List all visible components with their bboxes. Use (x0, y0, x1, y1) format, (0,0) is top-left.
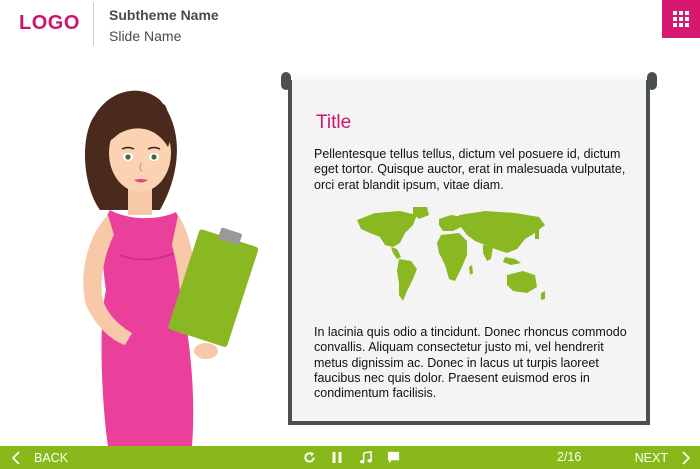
page-indicator: 2/16 (557, 450, 582, 464)
board-paragraph-1: Pellentesque tellus tellus, dictum vel p… (314, 147, 626, 192)
chevron-left-icon (12, 450, 20, 465)
logo: LOGO (19, 12, 80, 34)
back-label: BACK (34, 450, 69, 465)
replay-icon (303, 451, 315, 463)
header: LOGO Subtheme Name Slide Name (0, 0, 700, 56)
header-divider (93, 2, 94, 46)
music-icon (359, 451, 372, 464)
back-button[interactable]: BACK (12, 446, 68, 469)
character-illustration (83, 90, 259, 446)
board-title: Title (316, 112, 352, 133)
slide-name: Slide Name (109, 28, 182, 44)
next-label: NEXT (634, 450, 668, 465)
music-button[interactable] (358, 451, 372, 465)
caption-button[interactable] (386, 451, 400, 465)
menu-button[interactable] (662, 0, 700, 38)
caption-icon (387, 451, 399, 464)
grid-menu-icon (673, 11, 689, 27)
pause-icon (332, 452, 342, 463)
replay-button[interactable] (302, 451, 316, 465)
world-map-image (357, 207, 545, 301)
chevron-right-icon (682, 450, 690, 465)
board-paragraph-2: In lacinia quis odio a tincidunt. Donec … (314, 325, 627, 401)
pause-button[interactable] (330, 451, 344, 465)
playback-controls (302, 446, 400, 469)
footer-bar: BACK 2/16 NEXT (0, 446, 700, 469)
subtheme-name: Subtheme Name (109, 7, 219, 23)
next-button[interactable]: NEXT (635, 446, 690, 469)
